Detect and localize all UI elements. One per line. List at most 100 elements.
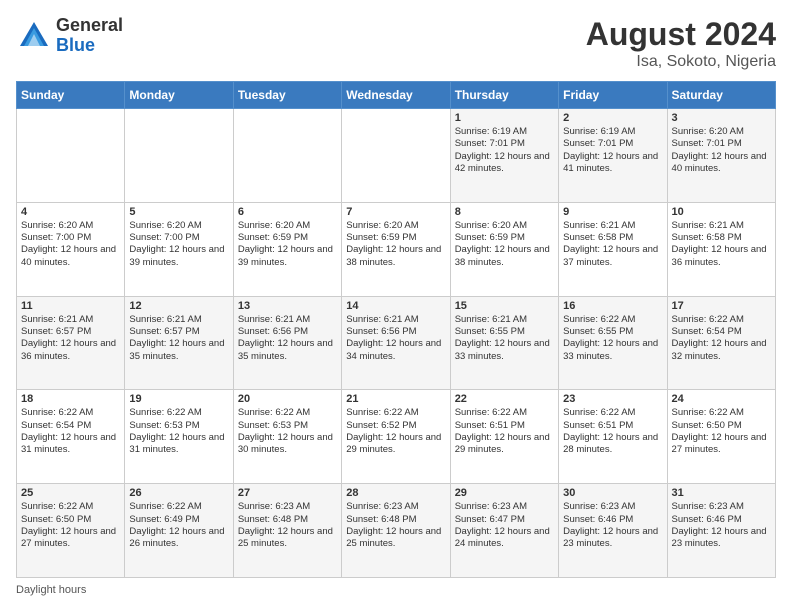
- day-info: Sunrise: 6:20 AM Sunset: 6:59 PM Dayligh…: [238, 220, 337, 269]
- day-number: 12: [129, 300, 228, 312]
- logo-icon: [16, 18, 52, 54]
- day-of-week-header: Saturday: [667, 82, 775, 109]
- day-info: Sunrise: 6:21 AM Sunset: 6:57 PM Dayligh…: [21, 314, 120, 363]
- day-number: 14: [346, 300, 445, 312]
- day-number: 19: [129, 393, 228, 405]
- day-number: 26: [129, 487, 228, 499]
- day-number: 17: [672, 300, 771, 312]
- calendar-cell: 21Sunrise: 6:22 AM Sunset: 6:52 PM Dayli…: [342, 390, 450, 484]
- calendar-cell: 3Sunrise: 6:20 AM Sunset: 7:01 PM Daylig…: [667, 109, 775, 203]
- calendar-cell: [17, 109, 125, 203]
- logo-text: General Blue: [56, 16, 123, 56]
- day-number: 30: [563, 487, 662, 499]
- day-number: 1: [455, 112, 554, 124]
- day-info: Sunrise: 6:20 AM Sunset: 7:00 PM Dayligh…: [129, 220, 228, 269]
- day-info: Sunrise: 6:20 AM Sunset: 6:59 PM Dayligh…: [455, 220, 554, 269]
- day-of-week-header: Tuesday: [233, 82, 341, 109]
- day-number: 6: [238, 206, 337, 218]
- day-info: Sunrise: 6:21 AM Sunset: 6:58 PM Dayligh…: [563, 220, 662, 269]
- day-info: Sunrise: 6:20 AM Sunset: 7:00 PM Dayligh…: [21, 220, 120, 269]
- calendar-body: 1 Sunrise: 6:19 AM Sunset: 7:01 PM Daylig…: [17, 109, 776, 578]
- day-number: 13: [238, 300, 337, 312]
- header-row: SundayMondayTuesdayWednesdayThursdayFrid…: [17, 82, 776, 109]
- calendar-cell: 15 Sunrise: 6:21 AM Sunset: 6:55 PM Dayli…: [450, 296, 558, 390]
- day-info: Sunrise: 6:21 AM Sunset: 6:57 PM Dayligh…: [129, 314, 228, 363]
- day-info: Sunrise: 6:23 AM Sunset: 6:48 PM Dayligh…: [238, 501, 337, 550]
- day-info: Sunrise: 6:23 AM Sunset: 6:48 PM Dayligh…: [346, 501, 445, 550]
- calendar-week-row: 11 Sunrise: 6:21 AM Sunset: 6:57 PM Dayli…: [17, 296, 776, 390]
- day-number: 5: [129, 206, 228, 218]
- day-number: 2: [563, 112, 662, 124]
- calendar-cell: 4 Sunrise: 6:20 AM Sunset: 7:00 PM Daylig…: [17, 202, 125, 296]
- page: General Blue August 2024 Isa, Sokoto, Ni…: [0, 0, 792, 612]
- day-of-week-header: Sunday: [17, 82, 125, 109]
- day-number: 18: [21, 393, 120, 405]
- day-info: Sunrise: 6:22 AM Sunset: 6:53 PM Dayligh…: [238, 407, 337, 456]
- calendar-cell: 29 Sunrise: 6:23 AM Sunset: 6:47 PM Dayli…: [450, 484, 558, 578]
- day-number: 24: [672, 393, 771, 405]
- day-number: 4: [21, 206, 120, 218]
- calendar-cell: 24Sunrise: 6:22 AM Sunset: 6:50 PM Dayli…: [667, 390, 775, 484]
- calendar-cell: 27 Sunrise: 6:23 AM Sunset: 6:48 PM Dayli…: [233, 484, 341, 578]
- calendar-cell: 2 Sunrise: 6:19 AM Sunset: 7:01 PM Daylig…: [559, 109, 667, 203]
- day-number: 21: [346, 393, 445, 405]
- day-info: Sunrise: 6:23 AM Sunset: 6:47 PM Dayligh…: [455, 501, 554, 550]
- calendar-cell: 25Sunrise: 6:22 AM Sunset: 6:50 PM Dayli…: [17, 484, 125, 578]
- calendar-week-row: 4 Sunrise: 6:20 AM Sunset: 7:00 PM Daylig…: [17, 202, 776, 296]
- daylight-hours-label: Daylight hours: [16, 584, 86, 596]
- day-number: 29: [455, 487, 554, 499]
- calendar-week-row: 18 Sunrise: 6:22 AM Sunset: 6:54 PM Dayli…: [17, 390, 776, 484]
- calendar-cell: 7 Sunrise: 6:20 AM Sunset: 6:59 PM Daylig…: [342, 202, 450, 296]
- day-of-week-header: Wednesday: [342, 82, 450, 109]
- day-of-week-header: Monday: [125, 82, 233, 109]
- day-info: Sunrise: 6:22 AM Sunset: 6:54 PM Dayligh…: [21, 407, 120, 456]
- day-number: 27: [238, 487, 337, 499]
- calendar-cell: 26Sunrise: 6:22 AM Sunset: 6:49 PM Dayli…: [125, 484, 233, 578]
- calendar-week-row: 1 Sunrise: 6:19 AM Sunset: 7:01 PM Daylig…: [17, 109, 776, 203]
- day-number: 8: [455, 206, 554, 218]
- calendar-cell: 8 Sunrise: 6:20 AM Sunset: 6:59 PM Daylig…: [450, 202, 558, 296]
- main-title: August 2024: [586, 16, 776, 53]
- calendar-cell: 9 Sunrise: 6:21 AM Sunset: 6:58 PM Daylig…: [559, 202, 667, 296]
- day-of-week-header: Thursday: [450, 82, 558, 109]
- day-number: 7: [346, 206, 445, 218]
- day-number: 9: [563, 206, 662, 218]
- calendar-cell: 5 Sunrise: 6:20 AM Sunset: 7:00 PM Daylig…: [125, 202, 233, 296]
- calendar-cell: [342, 109, 450, 203]
- calendar-cell: 1 Sunrise: 6:19 AM Sunset: 7:01 PM Daylig…: [450, 109, 558, 203]
- day-number: 28: [346, 487, 445, 499]
- day-number: 23: [563, 393, 662, 405]
- calendar-cell: 18 Sunrise: 6:22 AM Sunset: 6:54 PM Dayli…: [17, 390, 125, 484]
- calendar-cell: 28 Sunrise: 6:23 AM Sunset: 6:48 PM Dayli…: [342, 484, 450, 578]
- logo-general: General: [56, 16, 123, 36]
- day-info: Sunrise: 6:21 AM Sunset: 6:56 PM Dayligh…: [346, 314, 445, 363]
- day-number: 15: [455, 300, 554, 312]
- day-info: Sunrise: 6:23 AM Sunset: 6:46 PM Dayligh…: [563, 501, 662, 550]
- day-number: 11: [21, 300, 120, 312]
- sub-title: Isa, Sokoto, Nigeria: [586, 53, 776, 71]
- day-info: Sunrise: 6:23 AM Sunset: 6:46 PM Dayligh…: [672, 501, 771, 550]
- calendar-cell: 14 Sunrise: 6:21 AM Sunset: 6:56 PM Dayli…: [342, 296, 450, 390]
- day-number: 20: [238, 393, 337, 405]
- calendar-cell: 23Sunrise: 6:22 AM Sunset: 6:51 PM Dayli…: [559, 390, 667, 484]
- calendar-cell: 30 Sunrise: 6:23 AM Sunset: 6:46 PM Dayli…: [559, 484, 667, 578]
- day-info: Sunrise: 6:20 AM Sunset: 7:01 PM Dayligh…: [672, 126, 771, 175]
- day-info: Sunrise: 6:22 AM Sunset: 6:55 PM Dayligh…: [563, 314, 662, 363]
- title-block: August 2024 Isa, Sokoto, Nigeria: [586, 16, 776, 71]
- calendar-cell: [125, 109, 233, 203]
- calendar-cell: 6 Sunrise: 6:20 AM Sunset: 6:59 PM Daylig…: [233, 202, 341, 296]
- day-info: Sunrise: 6:21 AM Sunset: 6:55 PM Dayligh…: [455, 314, 554, 363]
- calendar-cell: 13Sunrise: 6:21 AM Sunset: 6:56 PM Dayli…: [233, 296, 341, 390]
- day-info: Sunrise: 6:19 AM Sunset: 7:01 PM Dayligh…: [563, 126, 662, 175]
- day-info: Sunrise: 6:20 AM Sunset: 6:59 PM Dayligh…: [346, 220, 445, 269]
- calendar-cell: 11 Sunrise: 6:21 AM Sunset: 6:57 PM Dayli…: [17, 296, 125, 390]
- day-info: Sunrise: 6:19 AM Sunset: 7:01 PM Dayligh…: [455, 126, 554, 175]
- day-info: Sunrise: 6:22 AM Sunset: 6:50 PM Dayligh…: [21, 501, 120, 550]
- calendar-cell: 10Sunrise: 6:21 AM Sunset: 6:58 PM Dayli…: [667, 202, 775, 296]
- calendar-header: SundayMondayTuesdayWednesdayThursdayFrid…: [17, 82, 776, 109]
- day-number: 31: [672, 487, 771, 499]
- day-number: 16: [563, 300, 662, 312]
- calendar-cell: 31 Sunrise: 6:23 AM Sunset: 6:46 PM Dayli…: [667, 484, 775, 578]
- day-number: 10: [672, 206, 771, 218]
- calendar-cell: [233, 109, 341, 203]
